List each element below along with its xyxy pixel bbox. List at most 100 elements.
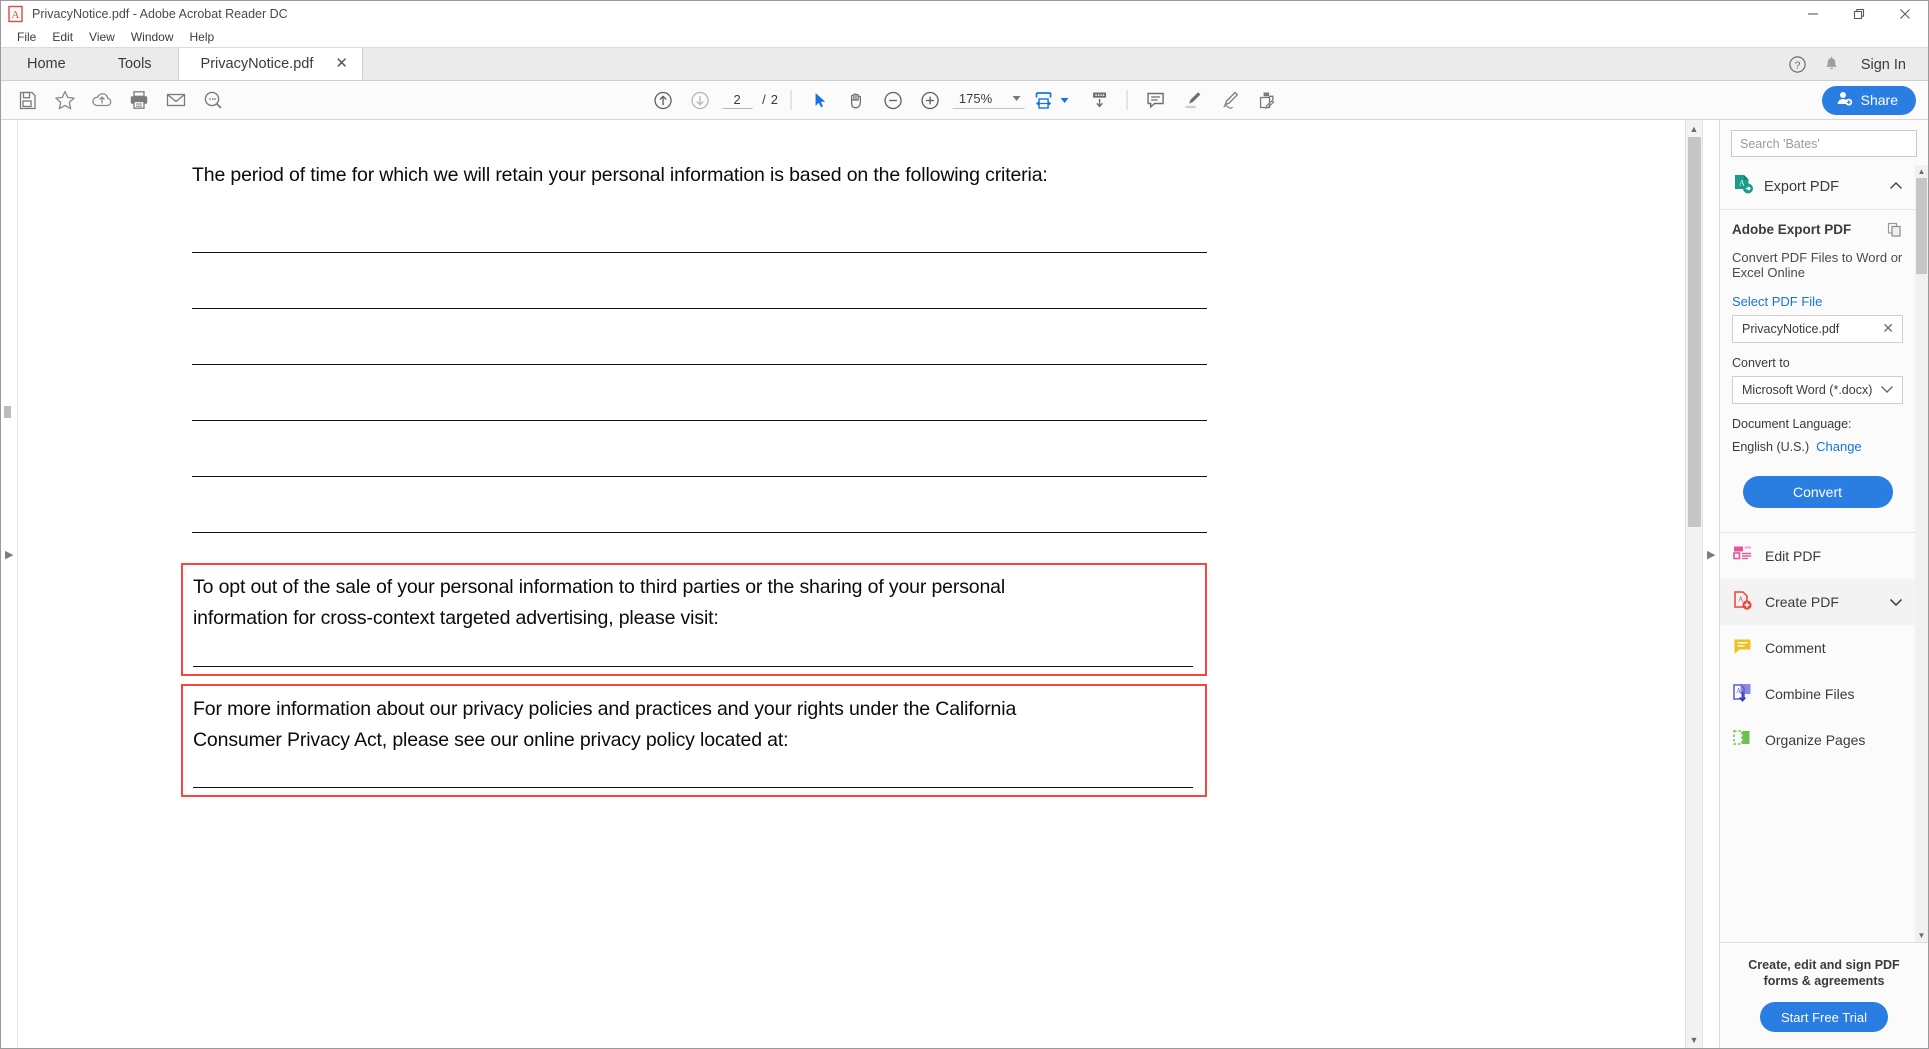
tool-row-edit-pdf[interactable]: Edit PDF — [1720, 533, 1915, 579]
blank-rule — [192, 476, 1207, 477]
left-rail-drag-handle[interactable] — [4, 406, 11, 418]
export-title-row: Adobe Export PDF — [1732, 222, 1903, 243]
promo-section: Create, edit and sign PDF forms & agreem… — [1720, 941, 1928, 1048]
copy-files-icon[interactable] — [1887, 222, 1903, 243]
menu-edit[interactable]: Edit — [44, 28, 81, 46]
sign-in-button[interactable]: Sign In — [1849, 57, 1914, 73]
collapse-right-pane-icon[interactable]: ▶ — [1707, 550, 1715, 561]
opt-out-line-2: information for cross-context targeted a… — [193, 607, 719, 629]
comment-balloon-icon[interactable] — [1137, 81, 1174, 120]
left-navigation-rail: ▶ — [1, 120, 18, 1048]
document-language-value: English (U.S.) — [1732, 439, 1810, 454]
convert-to-label: Convert to — [1732, 355, 1790, 370]
fit-page-width-icon[interactable] — [1029, 81, 1059, 120]
export-pdf-label: Export PDF — [1764, 178, 1839, 195]
search-zoom-icon[interactable] — [194, 81, 231, 120]
expand-left-pane-icon[interactable]: ▶ — [5, 550, 13, 561]
export-pdf-section-header[interactable]: A Export PDF — [1720, 165, 1915, 210]
search-container: Search 'Bates' — [1720, 120, 1928, 165]
tool-row-comment[interactable]: Comment — [1720, 625, 1915, 671]
opt-out-line-1: To opt out of the sale of your personal … — [193, 576, 1006, 598]
close-button[interactable] — [1882, 1, 1928, 26]
tab-bar: Home Tools PrivacyNotice.pdf ✕ ? Sign In — [1, 48, 1928, 81]
panel-scrollbar[interactable]: ▲ ▼ — [1915, 165, 1928, 942]
blank-rule — [193, 787, 1193, 788]
panel-scrollbar-thumb[interactable] — [1916, 178, 1927, 274]
chevron-down-icon — [1012, 96, 1021, 101]
menu-bar: File Edit View Window Help — [1, 26, 1928, 48]
tool-row-organize-pages[interactable]: Organize Pages — [1720, 717, 1915, 763]
document-intro-line: The period of time for which we will ret… — [192, 164, 1048, 186]
title-bar: A PrivacyNotice.pdf - Adobe Acrobat Read… — [1, 1, 1928, 26]
share-button[interactable]: Share — [1821, 85, 1916, 115]
tool-label-edit-pdf: Edit PDF — [1765, 547, 1822, 564]
notification-bell-icon[interactable] — [1815, 48, 1849, 81]
scroll-down-icon[interactable]: ▼ — [1685, 1031, 1702, 1048]
tool-row-create-pdf[interactable]: A Create PDF — [1720, 578, 1915, 625]
share-person-add-icon — [1836, 90, 1853, 110]
tool-row-combine-files[interactable]: A Combine Files — [1720, 671, 1915, 717]
page-scroll-mode-icon[interactable] — [1081, 81, 1118, 120]
search-input[interactable]: Search 'Bates' — [1731, 130, 1917, 157]
menu-file[interactable]: File — [9, 28, 44, 46]
fit-page-dropdown-icon[interactable] — [1060, 97, 1069, 103]
start-free-trial-button[interactable]: Start Free Trial — [1760, 1002, 1888, 1032]
selected-file-field[interactable]: PrivacyNotice.pdf ✕ — [1732, 314, 1903, 343]
cloud-upload-icon[interactable] — [83, 81, 120, 120]
print-icon[interactable] — [120, 81, 157, 120]
toolbar-right-group: Share — [1821, 85, 1916, 115]
zoom-out-icon[interactable] — [875, 81, 912, 120]
page-separator: / — [762, 91, 766, 107]
chevron-up-icon[interactable] — [1889, 180, 1903, 193]
toolbar-divider-2 — [1126, 90, 1128, 110]
chevron-down-icon[interactable] — [1889, 594, 1903, 610]
email-icon[interactable] — [157, 81, 194, 120]
draw-freehand-icon[interactable] — [1211, 81, 1248, 120]
zoom-level-selector[interactable]: 175% — [952, 91, 1025, 109]
menu-window[interactable]: Window — [123, 28, 182, 46]
pdf-page-content: The period of time for which we will ret… — [18, 142, 1685, 1048]
right-pane-toggle-rail: ▶ — [1702, 120, 1719, 1048]
tab-home[interactable]: Home — [1, 48, 92, 80]
minimize-button[interactable] — [1790, 1, 1836, 26]
combine-files-icon: A — [1732, 682, 1753, 706]
star-favorite-icon[interactable] — [46, 81, 83, 120]
document-scrollbar[interactable]: ▲ ▼ — [1685, 120, 1702, 1048]
svg-text:A: A — [12, 9, 20, 21]
fill-and-sign-icon[interactable] — [1248, 81, 1285, 120]
hand-pan-icon[interactable] — [838, 81, 875, 120]
adobe-export-pdf-title: Adobe Export PDF — [1732, 222, 1852, 237]
svg-text:A: A — [1738, 594, 1744, 603]
menu-help[interactable]: Help — [182, 28, 223, 46]
next-page-icon[interactable] — [681, 81, 718, 120]
workspace: ▶ The period of time for which we will r… — [1, 120, 1928, 1048]
maximize-restore-button[interactable] — [1836, 1, 1882, 26]
acrobat-reader-window: A PrivacyNotice.pdf - Adobe Acrobat Read… — [0, 0, 1929, 1049]
close-icon[interactable]: ✕ — [335, 56, 348, 71]
panel-scroll-up-icon[interactable]: ▲ — [1915, 165, 1928, 178]
highlight-marker-icon[interactable] — [1174, 81, 1211, 120]
select-pdf-file-link[interactable]: Select PDF File — [1732, 294, 1903, 309]
convert-to-select[interactable]: Microsoft Word (*.docx) — [1732, 375, 1903, 404]
panel-scroll-down-icon[interactable]: ▼ — [1915, 929, 1928, 942]
help-circle-icon[interactable]: ? — [1781, 48, 1815, 81]
zoom-in-icon[interactable] — [912, 81, 949, 120]
tab-document[interactable]: PrivacyNotice.pdf ✕ — [177, 48, 363, 80]
tab-tools[interactable]: Tools — [91, 48, 178, 80]
convert-button[interactable]: Convert — [1742, 475, 1893, 508]
scroll-up-icon[interactable]: ▲ — [1685, 120, 1702, 137]
svg-text:A: A — [1736, 687, 1741, 695]
scrollbar-thumb[interactable] — [1688, 137, 1701, 527]
page-navigation: 2 / 2 — [722, 92, 778, 109]
tab-bar-right-actions: ? Sign In — [1781, 48, 1928, 81]
more-info-line-2: Consumer Privacy Act, please see our onl… — [193, 729, 789, 751]
page-number-input[interactable]: 2 — [722, 92, 753, 109]
acrobat-logo-icon: A — [7, 5, 25, 23]
change-language-link[interactable]: Change — [1816, 439, 1862, 454]
save-file-icon[interactable] — [9, 81, 46, 120]
panel-content: A Export PDF Adobe Export PDF Convert PD… — [1720, 165, 1915, 942]
menu-view[interactable]: View — [81, 28, 123, 46]
clear-file-icon[interactable]: ✕ — [1882, 320, 1894, 337]
select-cursor-icon[interactable] — [801, 81, 838, 120]
previous-page-icon[interactable] — [644, 81, 681, 120]
